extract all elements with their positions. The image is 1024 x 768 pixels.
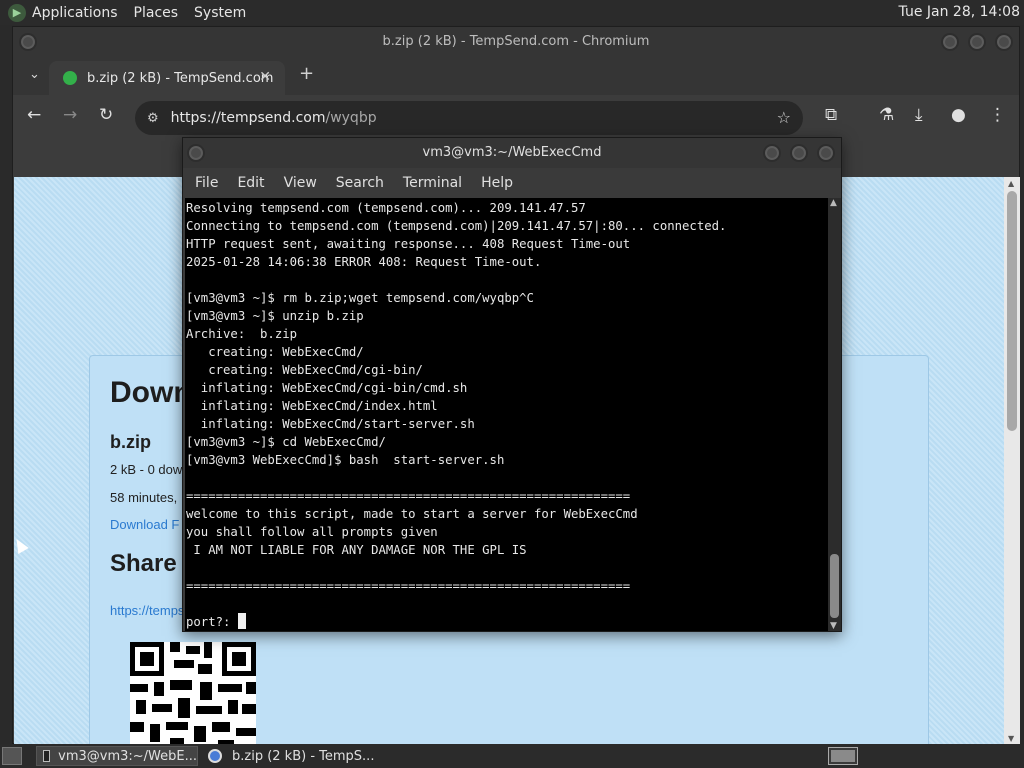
terminal-menu-search[interactable]: Search [336, 175, 384, 191]
terminal-icon [43, 750, 51, 762]
terminal-scroll-up-icon[interactable]: ▲ [830, 198, 837, 208]
kebab-menu-icon[interactable]: ⋮ [989, 105, 1006, 125]
labs-flask-icon[interactable]: ⚗ [879, 105, 894, 125]
window-menu-button[interactable] [19, 33, 37, 51]
scroll-down-arrow-icon[interactable]: ▼ [1008, 734, 1014, 743]
page-heading: Down [110, 376, 192, 409]
page-scrollbar-thumb[interactable] [1007, 191, 1017, 431]
terminal-close-button[interactable] [817, 144, 835, 162]
tab-title: b.zip (2 kB) - TempSend.com [87, 70, 274, 86]
terminal-window-menu-button[interactable] [187, 144, 205, 162]
menu-places[interactable]: Places [134, 5, 179, 21]
terminal-line: inflating: WebExecCmd/index.html [186, 399, 438, 413]
terminal-titlebar[interactable]: vm3@vm3:~/WebExecCmd [183, 138, 841, 168]
forward-arrow-icon[interactable]: → [63, 105, 77, 125]
browser-tab[interactable]: b.zip (2 kB) - TempSend.com ✕ [49, 61, 285, 95]
tab-search-chevron-icon[interactable]: ⌄ [29, 67, 40, 82]
terminal-line: HTTP request sent, awaiting response... … [186, 237, 631, 251]
qr-code-image [130, 642, 256, 745]
taskbar-item-browser[interactable]: b.zip (2 kB) - TempS... [202, 746, 382, 766]
address-bar[interactable]: ⚙ https://tempsend.com/wyqbp ☆ [135, 101, 803, 135]
file-meta: 2 kB - 0 dow [110, 462, 183, 477]
download-icon[interactable]: ⤓ [915, 105, 923, 125]
terminal-line: creating: WebExecCmd/cgi-bin/ [186, 363, 423, 377]
site-info-icon[interactable]: ⚙ [147, 111, 159, 126]
top-panel: ▶ Applications Places System Tue Jan 28,… [0, 0, 1024, 25]
terminal-prompt-line: port?: [186, 613, 828, 631]
share-heading: Share [110, 550, 177, 577]
distro-logo-icon[interactable]: ▶ [8, 3, 26, 22]
terminal-line: welcome to this script, made to start a … [186, 507, 638, 521]
terminal-line: [vm3@vm3 ~]$ cd WebExecCmd/ [186, 435, 386, 449]
terminal-line: you shall follow all prompts given [186, 525, 438, 539]
terminal-window: vm3@vm3:~/WebExecCmd File Edit View Sear… [182, 137, 842, 632]
terminal-menu-help[interactable]: Help [481, 175, 513, 191]
taskbar-item-label: vm3@vm3:~/WebE... [58, 748, 197, 764]
minimize-button[interactable] [941, 33, 959, 51]
terminal-line: I AM NOT LIABLE FOR ANY DAMAGE NOR THE G… [186, 543, 527, 557]
download-link[interactable]: Download F [110, 517, 179, 532]
bookmark-star-icon[interactable]: ☆ [777, 108, 791, 127]
file-name: b.zip [110, 432, 151, 452]
terminal-line: inflating: WebExecCmd/start-server.sh [186, 417, 475, 431]
scroll-up-arrow-icon[interactable]: ▲ [1008, 179, 1014, 188]
terminal-line: ========================================… [186, 489, 631, 503]
terminal-maximize-button[interactable] [790, 144, 808, 162]
browser-titlebar[interactable]: b.zip (2 kB) - TempSend.com - Chromium [13, 27, 1019, 57]
terminal-line: Archive: b.zip [186, 327, 298, 341]
terminal-minimize-button[interactable] [763, 144, 781, 162]
new-tab-plus-icon[interactable]: + [299, 63, 314, 84]
terminal-menu-file[interactable]: File [195, 175, 218, 191]
terminal-scroll-down-icon[interactable]: ▼ [830, 621, 837, 631]
file-expiry: 58 minutes, [110, 490, 178, 505]
bottom-taskbar: vm3@vm3:~/WebE... b.zip (2 kB) - TempS..… [0, 744, 1024, 768]
url-path: /wyqbp [325, 110, 377, 126]
extensions-puzzle-icon[interactable]: ⧉ [825, 105, 837, 125]
page-scrollbar[interactable]: ▲ ▼ [1004, 177, 1020, 745]
menu-applications[interactable]: Applications [32, 5, 118, 21]
close-window-button[interactable] [995, 33, 1013, 51]
terminal-scrollbar[interactable]: ▲ ▼ [828, 198, 841, 631]
terminal-line: creating: WebExecCmd/ [186, 345, 364, 359]
terminal-cursor [237, 613, 246, 629]
reload-icon[interactable]: ↻ [99, 105, 113, 125]
terminal-menu-terminal[interactable]: Terminal [403, 175, 462, 191]
terminal-line: [vm3@vm3 WebExecCmd]$ bash start-server.… [186, 453, 505, 467]
clock[interactable]: Tue Jan 28, 14:08 [899, 4, 1020, 20]
terminal-output[interactable]: Resolving tempsend.com (tempsend.com)...… [185, 198, 828, 631]
url-host: https://tempsend.com [170, 110, 326, 126]
chromium-icon [208, 749, 222, 763]
taskbar-item-label: b.zip (2 kB) - TempS... [232, 748, 375, 764]
share-link[interactable]: https://temps [110, 603, 184, 618]
profile-avatar-icon[interactable]: ● [951, 105, 966, 125]
terminal-line: Connecting to tempsend.com (tempsend.com… [186, 219, 727, 233]
show-desktop-button[interactable] [2, 747, 22, 765]
terminal-menu-edit[interactable]: Edit [237, 175, 264, 191]
terminal-scrollbar-thumb[interactable] [830, 554, 839, 618]
maximize-button[interactable] [968, 33, 986, 51]
tempsend-favicon-icon [63, 71, 77, 85]
terminal-line: inflating: WebExecCmd/cgi-bin/cmd.sh [186, 381, 468, 395]
panel-menu: Applications Places System [32, 5, 262, 21]
terminal-menu-view[interactable]: View [284, 175, 317, 191]
terminal-line: Resolving tempsend.com (tempsend.com)...… [186, 201, 586, 215]
terminal-line: [vm3@vm3 ~]$ unzip b.zip [186, 309, 364, 323]
workspace-switcher[interactable] [828, 747, 858, 765]
menu-system[interactable]: System [194, 5, 246, 21]
terminal-line: ========================================… [186, 579, 631, 593]
terminal-menubar: File Edit View Search Terminal Help [183, 168, 841, 198]
terminal-line: [vm3@vm3 ~]$ rm b.zip;wget tempsend.com/… [186, 291, 534, 305]
tab-strip: ⌄ b.zip (2 kB) - TempSend.com ✕ + [13, 57, 1019, 95]
browser-toolbar: ← → ↻ ⚙ https://tempsend.com/wyqbp ☆ ⧉ ⚗… [13, 95, 1019, 141]
terminal-prompt: port?: [186, 615, 238, 629]
taskbar-item-terminal[interactable]: vm3@vm3:~/WebE... [36, 746, 198, 766]
back-arrow-icon[interactable]: ← [27, 105, 41, 125]
tab-close-icon[interactable]: ✕ [259, 69, 271, 85]
terminal-line: 2025-01-28 14:06:38 ERROR 408: Request T… [186, 255, 542, 269]
